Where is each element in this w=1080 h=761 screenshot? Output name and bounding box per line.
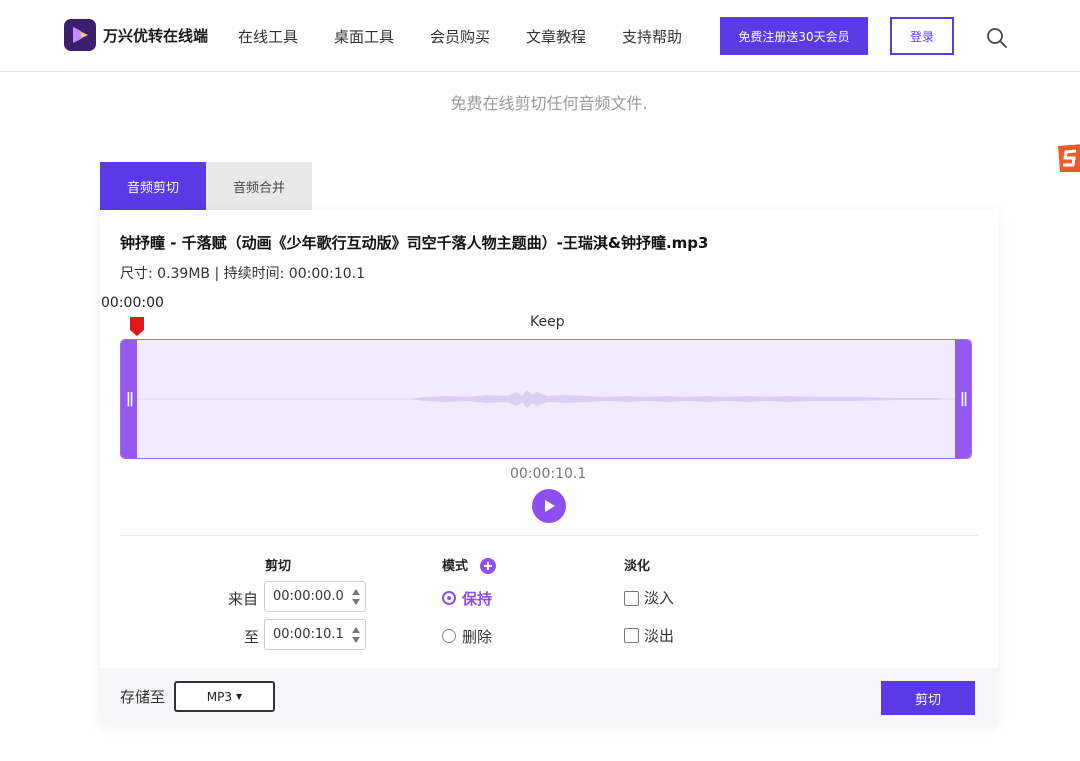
brand-logo-icon xyxy=(64,19,96,51)
format-value: MP3 xyxy=(206,689,233,704)
duration-time: 00:00:10.1 xyxy=(510,466,587,482)
stepper-arrows-icon[interactable] xyxy=(352,588,360,606)
trim-handle-right[interactable]: || xyxy=(955,340,971,458)
audio-cutter-panel: 钟抒瞳 - 千落赋（动画《少年歌行互动版》司空千落人物主题曲）-王瑞淇&钟抒瞳.… xyxy=(100,210,998,725)
playhead-time: 00:00:00 xyxy=(101,295,164,311)
trim-handle-left[interactable]: || xyxy=(121,340,137,458)
fade-in-checkbox[interactable] xyxy=(624,591,639,606)
to-label: 至 xyxy=(244,628,260,646)
play-icon xyxy=(545,500,555,512)
register-button[interactable]: 免费注册送30天会员 xyxy=(720,17,868,55)
fade-out-checkbox[interactable] xyxy=(624,628,639,643)
mode-delete-label[interactable]: 删除 xyxy=(462,626,492,647)
side-widget-icon[interactable] xyxy=(1054,142,1080,174)
waveform-graphic xyxy=(137,390,955,408)
from-label: 来自 xyxy=(228,590,259,608)
section-divider xyxy=(120,535,978,536)
nav-support[interactable]: 支持帮助 xyxy=(622,26,682,47)
fade-heading: 淡化 xyxy=(624,559,651,574)
mode-keep-label[interactable]: 保持 xyxy=(462,588,492,609)
brand-logo[interactable]: 万兴优转在线端 xyxy=(64,19,208,51)
cut-heading: 剪切 xyxy=(265,559,292,574)
mode-delete-radio[interactable] xyxy=(442,629,456,643)
nav-online-tools[interactable]: 在线工具 xyxy=(238,26,298,47)
waveform-selection[interactable]: || || xyxy=(120,339,972,459)
selection-label: Keep xyxy=(530,314,565,330)
chevron-down-icon: ▼ xyxy=(236,692,243,701)
grip-icon: || xyxy=(959,391,968,407)
top-navbar: 万兴优转在线端 在线工具 桌面工具 会员购买 文章教程 支持帮助 免费注册送30… xyxy=(0,0,1080,72)
file-info: 尺寸: 0.39MB | 持续时间: 00:00:10.1 xyxy=(120,266,366,282)
login-button[interactable]: 登录 xyxy=(890,17,954,55)
tab-audio-cut[interactable]: 音频剪切 xyxy=(100,162,206,210)
fade-out-label[interactable]: 淡出 xyxy=(644,625,674,646)
nav-tutorials[interactable]: 文章教程 xyxy=(526,26,586,47)
to-time-value: 00:00:10.1 xyxy=(273,627,344,642)
save-to-label: 存储至 xyxy=(120,688,166,706)
from-time-input[interactable]: 00:00:00.0 xyxy=(264,581,366,612)
stepper-arrows-icon[interactable] xyxy=(352,626,360,644)
tab-audio-merge[interactable]: 音频合并 xyxy=(206,162,312,210)
page-subtitle: 免费在线剪切任何音频文件. xyxy=(450,94,648,113)
nav-membership[interactable]: 会员购买 xyxy=(430,26,490,47)
play-button[interactable] xyxy=(532,489,566,523)
nav-desktop-tools[interactable]: 桌面工具 xyxy=(334,26,394,47)
cut-button[interactable]: 剪切 xyxy=(881,681,975,715)
export-bar: 存储至 MP3 ▼ 剪切 xyxy=(100,668,998,725)
mode-heading: 模式 xyxy=(442,559,469,574)
plus-icon[interactable] xyxy=(480,558,496,574)
mode-keep-radio[interactable] xyxy=(442,591,456,605)
file-name: 钟抒瞳 - 千落赋（动画《少年歌行互动版》司空千落人物主题曲）-王瑞淇&钟抒瞳.… xyxy=(120,234,709,252)
search-icon[interactable] xyxy=(986,27,1008,49)
to-time-input[interactable]: 00:00:10.1 xyxy=(264,619,366,650)
brand-name: 万兴优转在线端 xyxy=(103,26,209,45)
from-time-value: 00:00:00.0 xyxy=(273,589,344,604)
grip-icon: || xyxy=(125,391,134,407)
format-select[interactable]: MP3 ▼ xyxy=(174,681,275,712)
fade-in-label[interactable]: 淡入 xyxy=(644,587,674,608)
playhead-marker-icon[interactable] xyxy=(130,317,144,336)
